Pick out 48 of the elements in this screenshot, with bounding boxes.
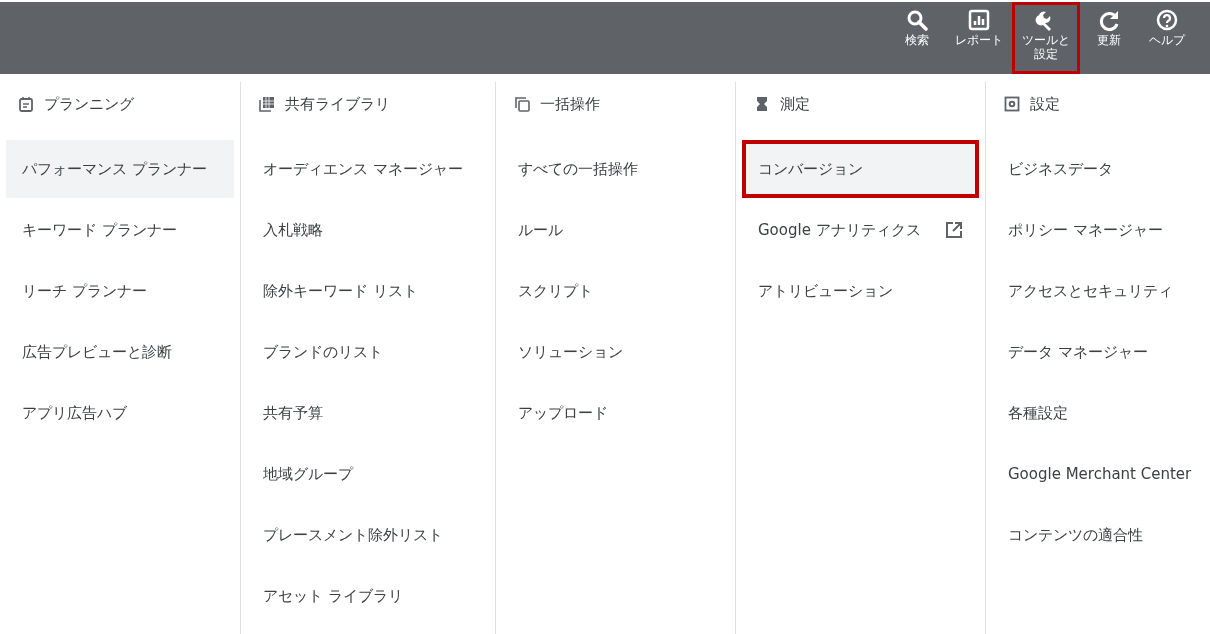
menu-item[interactable]: ブランドのリスト [247, 323, 489, 381]
menu-item[interactable]: アクセスとセキュリティ [992, 262, 1204, 320]
toolbar-button[interactable]: 検索 [888, 2, 946, 74]
toolbar-button[interactable]: 更新 [1080, 2, 1138, 74]
menu-item[interactable]: 除外キーワード リスト [247, 262, 489, 320]
menu-item[interactable]: ソリューション [502, 323, 729, 381]
library-icon [259, 96, 275, 112]
bar-chart-icon [968, 9, 990, 31]
column-heading: プランニング [44, 93, 134, 115]
toolbar-button[interactable]: レポート [946, 2, 1012, 74]
menu-item[interactable]: 地域グループ [247, 445, 489, 503]
menu-item[interactable]: コンバージョン [742, 140, 979, 198]
refresh-icon [1098, 9, 1120, 31]
menu-item[interactable]: Google アナリティクス [742, 201, 979, 259]
menu-item[interactable]: キーワード プランナー [6, 201, 234, 259]
column-heading: 測定 [780, 93, 810, 115]
menu-item[interactable]: アプリ広告ハブ [6, 384, 234, 442]
menu-item[interactable]: プレースメント除外リスト [247, 506, 489, 564]
menu-item[interactable]: 広告プレビューと診断 [6, 323, 234, 381]
column-heading: 設定 [1030, 93, 1060, 115]
menu-item[interactable]: 入札戦略 [247, 201, 489, 259]
toolbar-button[interactable]: ツールと設定 [1012, 2, 1080, 74]
menu-item[interactable]: ビジネスデータ [992, 140, 1204, 198]
menu-item[interactable]: データ マネージャー [992, 323, 1204, 381]
menu-item[interactable]: アップロード [502, 384, 729, 442]
column-heading: 一括操作 [540, 93, 600, 115]
help-icon [1156, 9, 1178, 31]
menu-item[interactable]: アセット ライブラリ [247, 567, 489, 625]
menu-item[interactable]: すべての一括操作 [502, 140, 729, 198]
menu-item[interactable]: リーチ プランナー [6, 262, 234, 320]
menu-item[interactable]: パフォーマンス プランナー [6, 140, 234, 198]
menu-item[interactable]: ルール [502, 201, 729, 259]
menu-item[interactable]: ポリシー マネージャー [992, 201, 1204, 259]
menu-item[interactable]: オーディエンス マネージャー [247, 140, 489, 198]
calendar-icon [18, 96, 34, 112]
menu-item[interactable]: Google Merchant Center [992, 445, 1204, 503]
search-icon [906, 9, 928, 31]
column-heading: 共有ライブラリ [285, 93, 390, 115]
menu-item[interactable]: スクリプト [502, 262, 729, 320]
hourglass-icon [754, 96, 770, 112]
gear-square-icon [1004, 96, 1020, 112]
external-link-icon [945, 221, 963, 239]
menu-item[interactable]: 各種設定 [992, 384, 1204, 442]
menu-item[interactable]: 共有予算 [247, 384, 489, 442]
toolbar-button[interactable]: ヘルプ [1138, 2, 1196, 74]
menu-item[interactable]: コンテンツの適合性 [992, 506, 1204, 564]
copy-icon [514, 96, 530, 112]
menu-item[interactable]: アトリビューション [742, 262, 979, 320]
